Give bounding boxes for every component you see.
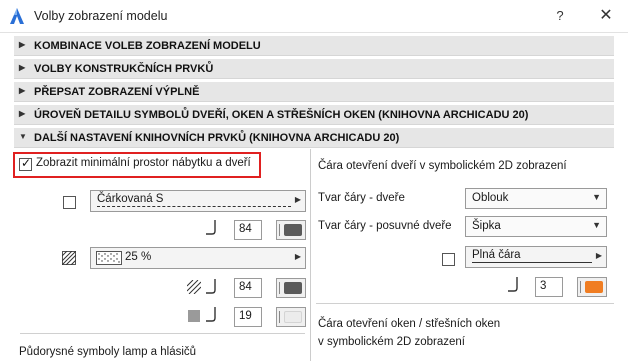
line-type-dropdown[interactable]: Čárkovaná S ▶ [90,190,306,212]
panel-label: ÚROVEŇ DETAILU SYMBOLŮ DVEŘÍ, OKEN A STŘ… [34,109,529,121]
panel-label: VOLBY KONSTRUKČNÍCH PRVKŮ [34,63,214,75]
divider [279,311,280,323]
window-opening-heading-line1: Čára otevření oken / střešních oken [318,318,501,330]
sliding-door-shape-select[interactable]: Šipka ▼ [465,216,607,237]
panel-label: PŘEPSAT ZOBRAZENÍ VÝPLNĚ [34,86,200,98]
panel-label: DALŠÍ NASTAVENÍ KNIHOVNÍCH PRVKŮ (KNIHOV… [34,132,400,144]
right-pen-number-input[interactable]: 3 [535,277,563,297]
pen-icon [206,279,216,294]
right-line-type-value: Plná čára [472,249,521,261]
chevron-right-icon: ▶ [595,251,602,260]
help-button[interactable]: ? [548,5,572,27]
hatch-fill-icon [62,251,76,265]
panel-override-fill[interactable]: ▶ PŘEPSAT ZOBRAZENÍ VÝPLNĚ [14,82,614,102]
sliding-door-shape-label: Tvar čáry - posuvné dveře [318,220,452,232]
background-pen-color-button[interactable] [276,307,306,327]
line-pen-number-input[interactable]: 84 [234,220,262,240]
expanded-triangle-icon: ▼ [19,132,27,141]
lamp-symbols-section-label: Půdorysné symboly lamp a hlásičů [19,346,197,358]
right-line-type-checkbox[interactable] [442,253,455,266]
door-shape-label: Tvar čáry - dveře [318,192,405,204]
line-pen-color-button[interactable] [276,220,306,240]
furniture-space-checkbox[interactable] [19,156,32,171]
door-shape-select[interactable]: Oblouk ▼ [465,188,607,209]
line-type-value: Čárkovaná S [97,193,164,205]
section-divider [316,303,614,304]
divider [279,282,280,294]
chevron-right-icon: ▶ [294,252,301,261]
window-title: Volby zobrazení modelu [34,9,168,23]
pen-icon [206,220,216,235]
chevron-down-icon: ▼ [592,192,601,202]
panel-detail-level-symbols[interactable]: ▶ ÚROVEŇ DETAILU SYMBOLŮ DVEŘÍ, OKEN A S… [14,105,614,125]
door-shape-value: Oblouk [472,192,509,204]
background-fill-icon [188,310,200,322]
solid-line-preview [472,262,592,263]
column-divider [310,149,311,361]
line-type-checkbox[interactable] [63,196,76,209]
pen-color-swatch [585,281,603,293]
fill-type-dropdown[interactable]: 25 % ▶ [90,247,306,269]
door-opening-heading: Čára otevření dveří v symbolickém 2D zob… [318,160,567,172]
fill-pen-hatch-icon [187,280,201,294]
pen-color-swatch [284,224,302,236]
dashed-line-preview [97,206,291,207]
title-bar: Volby zobrazení modelu ? ✕ [0,0,628,33]
chevron-right-icon: ▶ [294,195,301,204]
pen-color-swatch [284,282,302,294]
furniture-space-label: Zobrazit minimální prostor nábytku a dve… [36,157,251,169]
right-pen-color-button[interactable] [577,277,607,297]
close-button[interactable]: ✕ [594,5,618,27]
divider [279,224,280,236]
fill-pen-color-button[interactable] [276,278,306,298]
collapsed-triangle-icon: ▶ [19,63,26,72]
archicad-logo-icon [10,8,24,24]
collapsed-triangle-icon: ▶ [19,109,26,118]
pen-icon [206,307,216,322]
panel-library-settings[interactable]: ▼ DALŠÍ NASTAVENÍ KNIHOVNÍCH PRVKŮ (KNIH… [14,128,614,148]
section-divider [20,333,305,334]
panel-construction-elements[interactable]: ▶ VOLBY KONSTRUKČNÍCH PRVKŮ [14,59,614,79]
collapsed-triangle-icon: ▶ [19,40,26,49]
panel-model-view-combinations[interactable]: ▶ KOMBINACE VOLEB ZOBRAZENÍ MODELU [14,36,614,56]
window-opening-heading-line2: v symbolickém 2D zobrazení [318,336,465,348]
panel-label: KOMBINACE VOLEB ZOBRAZENÍ MODELU [34,40,261,52]
pen-color-swatch [284,311,302,323]
right-line-type-dropdown[interactable]: Plná čára ▶ [465,246,607,268]
sliding-door-shape-value: Šipka [472,220,501,232]
chevron-down-icon: ▼ [592,220,601,230]
collapsed-triangle-icon: ▶ [19,86,26,95]
divider [580,281,581,293]
fill-pen-number-input[interactable]: 84 [234,278,262,298]
dotted-fill-icon [96,251,122,265]
pen-icon [508,277,518,292]
background-pen-number-input[interactable]: 19 [234,307,262,327]
fill-type-value: 25 % [125,251,152,263]
